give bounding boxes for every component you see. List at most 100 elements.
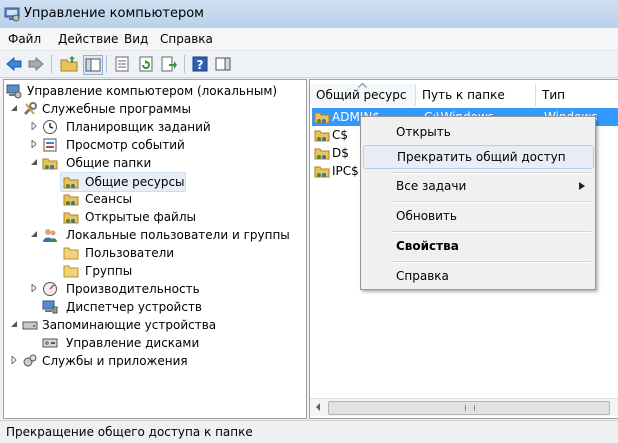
tree-item-device-manager[interactable]: Диспетчер устройств <box>30 298 290 316</box>
tree-item-label: Производительность <box>66 282 200 296</box>
share-name: IPC$ <box>332 164 359 178</box>
tree-item-groups[interactable]: Группы <box>60 262 260 280</box>
toolbar-separator <box>184 55 185 73</box>
expanded-triangle-icon[interactable] <box>30 158 38 166</box>
submenu-arrow-icon <box>579 182 585 190</box>
table-row[interactable]: IPC$ <box>312 162 360 180</box>
tree-item-storage[interactable]: Запоминающие устройства <box>10 316 290 334</box>
menu-item-all-tasks[interactable]: Все задачи <box>363 175 592 197</box>
forward-arrow-icon[interactable] <box>27 55 45 73</box>
status-text: Прекращение общего доступа к папке <box>6 425 253 439</box>
tree-item-label: Открытые файлы <box>85 210 196 224</box>
toolbar: ? <box>0 51 618 78</box>
collapsed-triangle-icon[interactable] <box>10 356 18 364</box>
tree-item-label: Просмотр событий <box>66 138 185 152</box>
disk-management-icon <box>42 338 58 348</box>
services-icon <box>23 354 37 367</box>
users-icon <box>43 229 57 242</box>
tree-item-label: Диспетчер устройств <box>66 300 203 314</box>
scroll-thumb[interactable] <box>328 401 610 415</box>
menu-item-open[interactable]: Открыть <box>363 121 592 143</box>
tree-item-label: Управление компьютером (локальным) <box>27 84 278 98</box>
back-arrow-icon[interactable] <box>5 55 23 73</box>
tree-item-open-files[interactable]: Открытые файлы <box>60 208 260 226</box>
column-header-path[interactable]: Путь к папке <box>416 84 536 106</box>
menu-help[interactable]: Справка <box>160 32 213 46</box>
menu-item-label: Свойства <box>396 239 459 253</box>
collapsed-triangle-icon[interactable] <box>30 140 38 148</box>
toolbar-separator <box>106 55 107 73</box>
tree-item-services-apps[interactable]: Службы и приложения <box>10 352 290 370</box>
column-header-label: Общий ресурс <box>316 88 407 102</box>
collapsed-triangle-icon[interactable] <box>30 284 38 292</box>
menu-item-stop-sharing[interactable]: Прекратить общий доступ <box>363 145 594 169</box>
shared-folder-icon <box>314 130 330 142</box>
computer-management-icon <box>4 7 20 22</box>
horizontal-scrollbar[interactable] <box>310 398 618 416</box>
status-bar: Прекращение общего доступа к папке <box>0 420 618 443</box>
tree-item-label: Общие ресурсы <box>85 175 185 189</box>
tree-item-label: Группы <box>85 264 133 278</box>
tree-item-root[interactable]: Управление компьютером (локальным) <box>6 82 296 100</box>
menu-separator <box>391 261 591 263</box>
show-action-pane-icon[interactable] <box>214 55 232 73</box>
shared-folder-icon <box>63 212 79 224</box>
tree-item-performance[interactable]: Производительность <box>30 280 290 298</box>
export-list-icon[interactable] <box>160 55 178 73</box>
show-hide-tree-icon[interactable] <box>83 55 103 75</box>
column-header-type[interactable]: Тип <box>536 84 618 106</box>
menu-item-label: Открыть <box>396 125 451 139</box>
device-manager-icon <box>42 300 58 314</box>
menu-item-properties[interactable]: Свойства <box>363 235 592 257</box>
grip-icon <box>465 405 475 411</box>
scroll-left-icon[interactable] <box>314 403 322 411</box>
tree-item-local-users-groups[interactable]: Локальные пользователи и группы <box>30 226 300 244</box>
menu-item-refresh[interactable]: Обновить <box>363 205 592 227</box>
tree-item-event-viewer[interactable]: Просмотр событий <box>30 136 290 154</box>
table-row[interactable]: D$ <box>312 144 360 162</box>
tree-item-sessions[interactable]: Сеансы <box>60 190 260 208</box>
refresh-icon[interactable] <box>137 55 155 73</box>
properties-icon[interactable] <box>113 55 131 73</box>
up-folder-icon[interactable] <box>60 55 78 73</box>
menu-action[interactable]: Действие <box>58 32 118 46</box>
table-row[interactable]: C$ <box>312 126 360 144</box>
tree-item-shares[interactable]: Общие ресурсы <box>60 172 186 192</box>
window-title: Управление компьютером <box>24 6 204 21</box>
menu-item-help[interactable]: Справка <box>363 265 592 287</box>
title-bar: Управление компьютером <box>0 0 618 28</box>
share-name: C$ <box>332 128 349 142</box>
shared-folder-icon <box>314 148 330 160</box>
expanded-triangle-icon[interactable] <box>10 320 18 328</box>
shared-folder-icon <box>63 177 79 189</box>
tree-item-system-tools[interactable]: Служебные программы <box>10 100 290 118</box>
column-header-label: Тип <box>542 88 565 102</box>
sort-ascending-icon <box>358 83 367 88</box>
tree-item-disk-management[interactable]: Управление дисками <box>30 334 290 352</box>
menu-separator <box>391 201 591 203</box>
tree-item-shared-folders[interactable]: Общие папки <box>30 154 290 172</box>
expanded-triangle-icon[interactable] <box>10 104 18 112</box>
context-menu: Открыть Прекратить общий доступ Все зада… <box>360 116 596 290</box>
toolbar-separator <box>51 55 52 73</box>
tree-item-label: Общие папки <box>66 156 152 170</box>
menu-item-label: Справка <box>396 269 449 283</box>
storage-icon <box>22 321 38 330</box>
menu-separator <box>391 172 591 174</box>
tree-item-users[interactable]: Пользователи <box>60 244 260 262</box>
collapsed-triangle-icon[interactable] <box>30 122 38 130</box>
tree-item-label: Служебные программы <box>42 102 191 116</box>
menu-file[interactable]: Файл <box>8 32 41 46</box>
expanded-triangle-icon[interactable] <box>30 230 38 238</box>
tree-item-label: Службы и приложения <box>42 354 188 368</box>
column-header-share[interactable]: Общий ресурс <box>310 83 416 106</box>
menu-view[interactable]: Вид <box>124 32 148 46</box>
column-header-label: Путь к папке <box>422 88 505 102</box>
tree-item-task-scheduler[interactable]: Планировщик заданий <box>30 118 290 136</box>
menu-item-label: Все задачи <box>396 179 467 193</box>
help-icon[interactable]: ? <box>191 55 209 73</box>
folder-icon <box>63 247 79 260</box>
tree-item-label: Управление дисками <box>66 336 200 350</box>
menu-item-label: Обновить <box>396 209 457 223</box>
menu-separator <box>391 231 591 233</box>
